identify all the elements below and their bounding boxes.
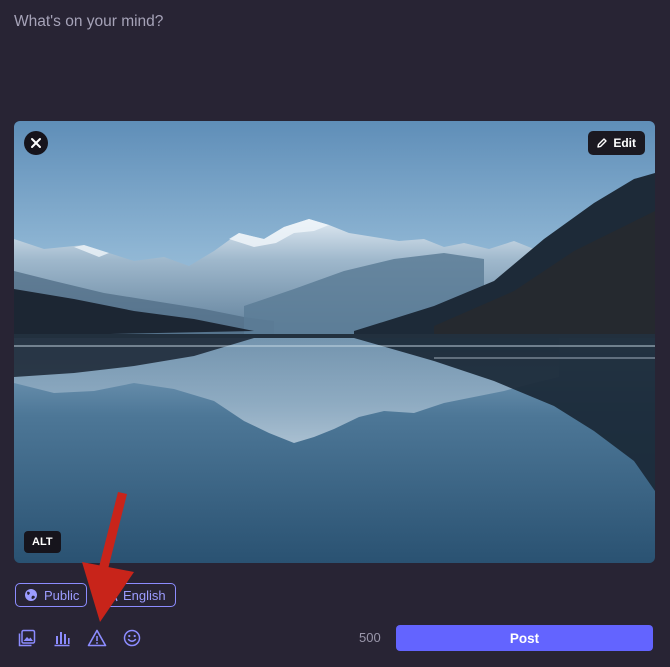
poll-icon	[54, 632, 70, 647]
visibility-button[interactable]: Public	[15, 583, 87, 607]
content-warning-button[interactable]	[86, 627, 108, 649]
media-attachment-preview: Edit ALT	[14, 121, 655, 563]
alt-text-button[interactable]: ALT	[24, 531, 61, 553]
remove-attachment-button[interactable]	[24, 131, 48, 155]
emoji-picker-button[interactable]	[121, 627, 143, 649]
translate-icon	[104, 589, 118, 602]
emoji-icon	[123, 629, 141, 647]
alt-label: ALT	[32, 536, 53, 548]
add-media-button[interactable]	[16, 627, 38, 649]
visibility-label: Public	[44, 587, 80, 603]
status-placeholder: What's on your mind?	[14, 13, 164, 30]
status-textarea[interactable]: What's on your mind?	[14, 12, 654, 108]
close-icon	[31, 138, 41, 148]
language-label: English	[123, 587, 166, 603]
globe-icon	[25, 589, 37, 601]
edit-attachment-button[interactable]: Edit	[588, 131, 645, 155]
content-warning-icon	[87, 629, 107, 647]
media-icon	[18, 629, 36, 647]
attachment-image	[14, 121, 655, 563]
edit-label: Edit	[613, 136, 636, 150]
language-button[interactable]: English	[95, 583, 176, 607]
pencil-icon	[597, 138, 608, 148]
add-poll-button[interactable]	[51, 627, 73, 649]
character-counter: 500	[359, 630, 381, 645]
post-button[interactable]: Post	[396, 625, 653, 651]
compose-form: What's on your mind? Edit ALT Public Eng…	[0, 0, 670, 667]
